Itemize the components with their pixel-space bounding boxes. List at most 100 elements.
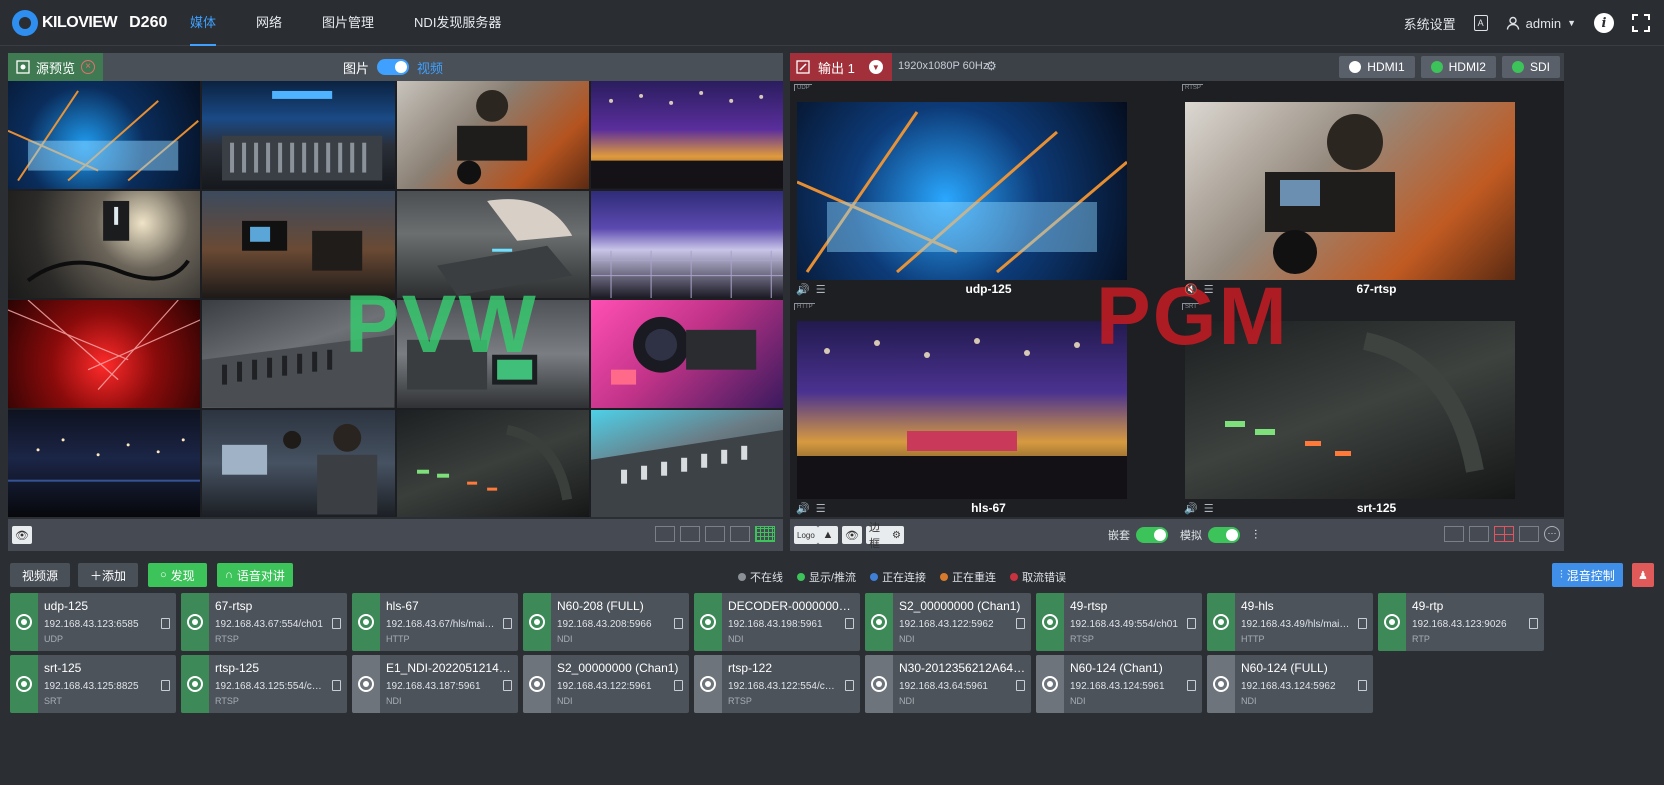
copy-icon[interactable]: [161, 618, 170, 629]
speaker-icon[interactable]: 🔊: [796, 502, 810, 515]
source-card[interactable]: N60-124 (Chan1) 192.168.43.124:5961 NDI: [1036, 655, 1202, 713]
image-icon[interactable]: ▲: [818, 526, 838, 544]
embed-switch[interactable]: [1136, 527, 1168, 543]
layout-4x4-icon[interactable]: [755, 526, 775, 542]
source-card[interactable]: 49-rtp 192.168.43.123:9026 RTP: [1378, 593, 1544, 651]
copy-icon[interactable]: [674, 618, 683, 629]
source-card[interactable]: srt-125 192.168.43.125:8825 SRT: [10, 655, 176, 713]
preview-tile[interactable]: [396, 81, 589, 189]
preview-tile[interactable]: [396, 190, 589, 298]
equalizer-icon[interactable]: ⫶: [1254, 527, 1257, 543]
gear-icon[interactable]: ⚙: [986, 59, 997, 73]
copy-icon[interactable]: [1016, 680, 1025, 691]
preview-tile[interactable]: [202, 81, 395, 189]
program-cell[interactable]: SRT 🔊 ☰ srt-125: [1178, 300, 1565, 518]
program-cell[interactable]: RTSP 🔇 ☰ 67-rtsp: [1178, 81, 1565, 299]
layout-3x3-icon[interactable]: [730, 526, 750, 542]
copy-icon[interactable]: [845, 680, 854, 691]
nav-image-management[interactable]: 图片管理: [302, 0, 394, 46]
source-card[interactable]: N30-2012356212A6466... 192.168.43.64:5961…: [865, 655, 1031, 713]
source-card[interactable]: E1_NDI-202205121439... 192.168.43.187:596…: [352, 655, 518, 713]
preview-tile[interactable]: [590, 81, 783, 189]
copy-icon[interactable]: [332, 618, 341, 629]
menu-lines-icon[interactable]: ☰: [816, 283, 826, 296]
image-video-switch[interactable]: [377, 59, 410, 75]
output-hdmi2-button[interactable]: HDMI2: [1420, 56, 1496, 78]
copy-icon[interactable]: [503, 680, 512, 691]
analog-switch[interactable]: [1208, 527, 1240, 543]
copy-icon[interactable]: [1187, 618, 1196, 629]
source-card[interactable]: S2_00000000 (Chan1) 192.168.43.122:5961 ND…: [523, 655, 689, 713]
fullscreen-icon[interactable]: [1632, 14, 1650, 32]
language-icon[interactable]: A: [1473, 15, 1488, 31]
logo-button[interactable]: Logo: [794, 526, 818, 544]
speaker-icon[interactable]: 🔊: [796, 283, 810, 296]
layout-2x2-icon[interactable]: [1494, 526, 1514, 542]
speaker-icon[interactable]: 🔊: [1184, 502, 1198, 515]
layout-1x2-icon[interactable]: [680, 526, 700, 542]
source-preview-tag[interactable]: 源预览 ×: [8, 53, 104, 81]
copy-icon[interactable]: [161, 680, 170, 691]
preview-tile[interactable]: [590, 409, 783, 517]
video-source-button[interactable]: 视频源: [10, 563, 71, 587]
nav-network[interactable]: 网络: [236, 0, 302, 46]
preview-tile[interactable]: [396, 300, 589, 408]
more-icon[interactable]: ···: [1544, 526, 1560, 542]
preview-tile[interactable]: [202, 409, 395, 517]
system-settings-link[interactable]: 系统设置: [1404, 14, 1456, 33]
menu-lines-icon[interactable]: ☰: [1204, 502, 1214, 515]
preview-tile[interactable]: [202, 190, 395, 298]
source-card[interactable]: udp-125 192.168.43.123:6585 UDP: [10, 593, 176, 651]
nav-media[interactable]: 媒体: [170, 0, 236, 46]
chevron-down-icon[interactable]: ▼: [868, 60, 883, 74]
output-sdi-button[interactable]: SDI: [1501, 56, 1560, 78]
source-card[interactable]: 49-rtsp 192.168.43.49:554/ch01 RTSP: [1036, 593, 1202, 651]
audio-mixer-button[interactable]: ⫶ 混音控制: [1552, 563, 1623, 587]
preview-tile[interactable]: [8, 190, 201, 298]
talkback-button[interactable]: ∩ 语音对讲: [217, 563, 293, 587]
brand-logo[interactable]: KILOVIEW D260: [12, 10, 167, 36]
layout-2x2-icon[interactable]: [705, 526, 725, 542]
info-icon[interactable]: i: [1594, 13, 1614, 33]
preview-tile[interactable]: [590, 190, 783, 298]
preview-tile[interactable]: [202, 300, 395, 408]
copy-icon[interactable]: [845, 618, 854, 629]
preview-tile[interactable]: [8, 300, 201, 408]
copy-icon[interactable]: [674, 680, 683, 691]
close-icon[interactable]: ×: [81, 60, 96, 74]
program-cell[interactable]: HTTP 🔊 ☰ hls-67: [790, 300, 1177, 518]
eye-icon[interactable]: 👁: [12, 526, 32, 544]
copy-icon[interactable]: [332, 680, 341, 691]
source-card[interactable]: S2_00000000 (Chan1) 192.168.43.122:5962 ND…: [865, 593, 1031, 651]
copy-icon[interactable]: [503, 618, 512, 629]
discover-button[interactable]: ○ 发现: [148, 563, 207, 587]
preview-tile[interactable]: [8, 81, 201, 189]
preview-tile[interactable]: [8, 409, 201, 517]
source-card[interactable]: 67-rtsp 192.168.43.67:554/ch01 RTSP: [181, 593, 347, 651]
preview-tile[interactable]: [396, 409, 589, 517]
copy-icon[interactable]: [1187, 680, 1196, 691]
source-card[interactable]: 49-hls 192.168.43.49/hls/main0... HTTP: [1207, 593, 1373, 651]
source-card[interactable]: rtsp-122 192.168.43.122:554/ch01 RTSP: [694, 655, 860, 713]
copy-icon[interactable]: [1358, 680, 1367, 691]
output-hdmi1-button[interactable]: HDMI1: [1339, 56, 1415, 78]
preview-tile[interactable]: [590, 300, 783, 408]
nav-ndi-discovery-server[interactable]: NDI发现服务器: [394, 0, 521, 46]
output-selector[interactable]: 输出 1 ▼: [790, 53, 892, 81]
source-card[interactable]: DECODER-00000003 (... 192.168.43.198:5961…: [694, 593, 860, 651]
source-card[interactable]: N60-124 (FULL) 192.168.43.124:5962 NDI: [1207, 655, 1373, 713]
copy-icon[interactable]: [1529, 618, 1538, 629]
source-card[interactable]: N60-208 (FULL) 192.168.43.208:5966 NDI: [523, 593, 689, 651]
copy-icon[interactable]: [1016, 618, 1025, 629]
copy-icon[interactable]: [1358, 618, 1367, 629]
speaker-muted-icon[interactable]: 🔇: [1184, 283, 1198, 296]
add-source-button[interactable]: ＋添加: [78, 563, 139, 587]
program-cell[interactable]: UDP 🔊 ☰ udp-125: [790, 81, 1177, 299]
source-card[interactable]: rtsp-125 192.168.43.125:554/ch01 RTSP: [181, 655, 347, 713]
user-alert-button[interactable]: ♟: [1632, 563, 1654, 587]
eye-icon[interactable]: 👁: [842, 526, 862, 544]
layout-1x2-icon[interactable]: [1469, 526, 1489, 542]
menu-lines-icon[interactable]: ☰: [816, 502, 826, 515]
menu-lines-icon[interactable]: ☰: [1204, 283, 1214, 296]
layout-pip-icon[interactable]: [1519, 526, 1539, 542]
